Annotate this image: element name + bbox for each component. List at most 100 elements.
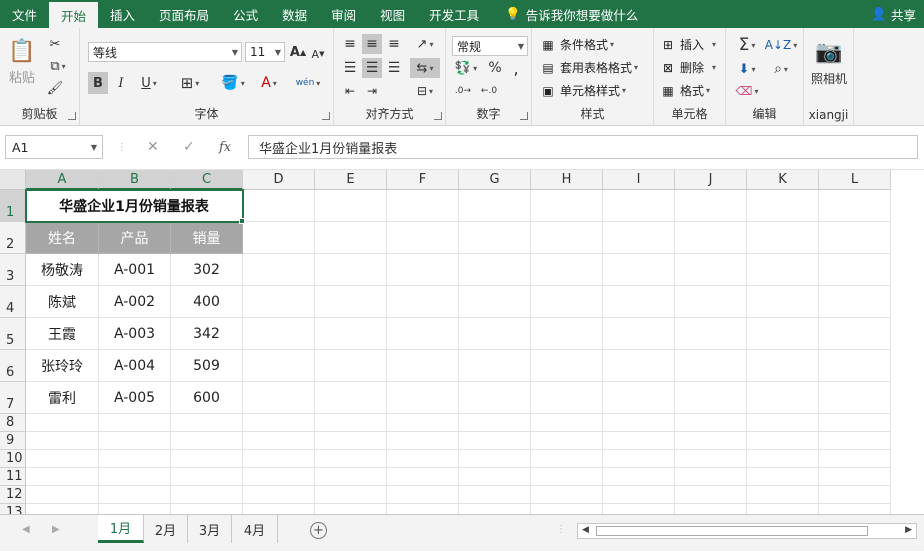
grid-cell[interactable] [603, 190, 675, 222]
grid-cell[interactable] [603, 286, 675, 318]
grid-cell[interactable] [243, 382, 315, 414]
select-all-corner[interactable] [0, 170, 26, 190]
sheet-tab-4[interactable]: 4月 [232, 515, 278, 543]
grid-cell[interactable] [387, 222, 459, 254]
grid-cell[interactable] [26, 504, 99, 514]
add-sheet-icon[interactable]: + [310, 522, 327, 539]
grid-cell[interactable] [243, 414, 315, 432]
row-header-8[interactable]: 8 [0, 414, 26, 432]
grid-cell[interactable] [675, 190, 747, 222]
row-header-11[interactable]: 11 [0, 468, 26, 486]
share-button[interactable]: 👤 共享 [871, 0, 916, 28]
grid-cell[interactable] [315, 286, 387, 318]
grid-cell[interactable] [171, 504, 243, 514]
grid-cell[interactable] [459, 432, 531, 450]
borders-icon[interactable]: ⊞ ▾ [174, 72, 206, 94]
font-launcher-icon[interactable] [322, 112, 330, 120]
table-cell[interactable]: A-002 [99, 286, 171, 318]
table-cell[interactable]: 600 [171, 382, 243, 414]
table-header-cell[interactable]: 产品 [99, 222, 171, 254]
grid-cell[interactable] [747, 450, 819, 468]
grid-cell[interactable] [243, 254, 315, 286]
insert-cells-button[interactable]: ⊞ 插入 ▾ [660, 36, 716, 53]
grid-cell[interactable] [675, 486, 747, 504]
grid-cell[interactable] [603, 468, 675, 486]
grid-cell[interactable] [387, 318, 459, 350]
number-format-select[interactable]: 常规 ▼ [452, 36, 528, 56]
table-cell[interactable]: 509 [171, 350, 243, 382]
grid-cell[interactable] [747, 486, 819, 504]
row-header-10[interactable]: 10 [0, 450, 26, 468]
row-header-13[interactable]: 13 [0, 504, 26, 514]
grid-cell[interactable] [747, 504, 819, 514]
column-header-f[interactable]: F [387, 170, 459, 190]
grid-cell[interactable] [531, 190, 603, 222]
grid-cell[interactable] [243, 486, 315, 504]
grid-cell[interactable] [243, 504, 315, 514]
grid-cell[interactable] [531, 382, 603, 414]
clear-icon[interactable]: ⌫ ▾ [732, 82, 762, 100]
tab-developer[interactable]: 开发工具 [417, 0, 491, 28]
grid-cell[interactable] [747, 468, 819, 486]
grid-cell[interactable] [531, 286, 603, 318]
format-as-table-button[interactable]: ▤ 套用表格格式 ▾ [540, 59, 638, 76]
sheet-title-cell[interactable]: 华盛企业1月份销量报表 [26, 190, 243, 222]
align-bottom-icon[interactable]: ≡ [384, 34, 404, 54]
row-header-12[interactable]: 12 [0, 486, 26, 504]
enter-icon[interactable]: ✓ [183, 135, 195, 159]
grid-cell[interactable] [459, 450, 531, 468]
grid-cell[interactable] [531, 450, 603, 468]
grid-cell[interactable] [747, 190, 819, 222]
copy-icon[interactable]: ⧉ ▾ [46, 58, 70, 74]
grid-cell[interactable] [99, 486, 171, 504]
grid-cell[interactable] [819, 222, 891, 254]
grid-cell[interactable] [387, 254, 459, 286]
grid-cell[interactable] [819, 350, 891, 382]
table-cell[interactable]: 王霞 [26, 318, 99, 350]
grid-cell[interactable] [531, 414, 603, 432]
grid-cell[interactable] [603, 222, 675, 254]
font-size-select[interactable]: 11 ▼ [245, 42, 285, 62]
increase-decimal-icon[interactable]: .0→ [452, 82, 474, 100]
decrease-indent-icon[interactable]: ⇤ [340, 82, 360, 100]
grid-cell[interactable] [315, 382, 387, 414]
table-cell[interactable]: 400 [171, 286, 243, 318]
grid-cell[interactable] [747, 222, 819, 254]
name-box[interactable]: A1 ▼ [5, 135, 103, 159]
grid-cell[interactable] [819, 432, 891, 450]
grid-cell[interactable] [315, 432, 387, 450]
scroll-thumb[interactable] [596, 526, 868, 536]
grid-cell[interactable] [387, 414, 459, 432]
grid-cell[interactable] [531, 350, 603, 382]
grid-cell[interactable] [531, 254, 603, 286]
row-header-9[interactable]: 9 [0, 432, 26, 450]
grid-cell[interactable] [243, 190, 315, 222]
grid-cell[interactable] [99, 450, 171, 468]
tab-file[interactable]: 文件 [0, 0, 49, 28]
grid-cell[interactable] [819, 254, 891, 286]
grid-cell[interactable] [315, 504, 387, 514]
grid-cell[interactable] [819, 286, 891, 318]
align-left-icon[interactable]: ☰ [340, 58, 360, 78]
grid-cell[interactable] [387, 190, 459, 222]
table-cell[interactable]: 陈斌 [26, 286, 99, 318]
grid-cell[interactable] [243, 350, 315, 382]
grid-cell[interactable] [387, 350, 459, 382]
grid-cell[interactable] [459, 190, 531, 222]
grid-cell[interactable] [171, 468, 243, 486]
tab-home[interactable]: 开始 [49, 2, 99, 28]
grid-cell[interactable] [747, 318, 819, 350]
grid-cell[interactable] [315, 414, 387, 432]
paste-icon[interactable]: 📋 [8, 36, 36, 66]
grid-cell[interactable] [747, 254, 819, 286]
tab-view[interactable]: 视图 [368, 0, 417, 28]
alignment-launcher-icon[interactable] [434, 112, 442, 120]
grid-cell[interactable] [26, 414, 99, 432]
grid-cell[interactable] [243, 468, 315, 486]
grid-cell[interactable] [675, 286, 747, 318]
grid-cell[interactable] [531, 318, 603, 350]
table-cell[interactable]: A-004 [99, 350, 171, 382]
grid-cell[interactable] [387, 450, 459, 468]
row-header-7[interactable]: 7 [0, 382, 26, 414]
grid-cell[interactable] [387, 504, 459, 514]
